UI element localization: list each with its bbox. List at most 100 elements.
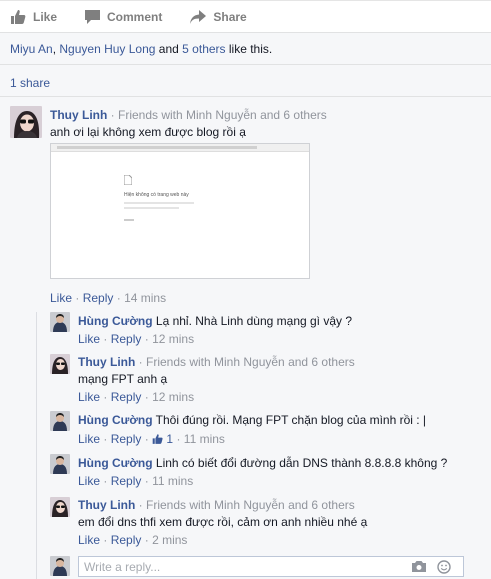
dot-separator: · (144, 390, 149, 404)
reply-reply-link[interactable]: Reply (111, 533, 142, 547)
action-bar: Like Comment Share (0, 0, 491, 32)
dot-separator: · (103, 332, 108, 346)
reply-like-link[interactable]: Like (78, 432, 100, 446)
reply-thread-line (36, 312, 37, 579)
comment-label: Comment (107, 9, 163, 24)
comment-author[interactable]: Thuy Linh (50, 108, 107, 122)
dot-separator: · (103, 390, 108, 404)
dot-separator: · (103, 432, 108, 446)
reply-reply-link[interactable]: Reply (111, 390, 142, 404)
reply-footer: Like · Reply · 12 mins (78, 332, 194, 346)
dot-separator: · (116, 291, 121, 305)
avatar[interactable] (50, 411, 70, 431)
attachment-text: Hiện không có trang web này (124, 192, 189, 198)
camera-icon[interactable] (411, 560, 427, 573)
dot-separator: · (144, 332, 149, 346)
reply-footer: Like · Reply · 1 · 11 mins (78, 432, 225, 446)
dot-separator: · (176, 432, 181, 446)
reply-footer: Like · Reply · 2 mins (78, 533, 187, 547)
comment-text: anh ơi lại không xem được blog rồi ạ (50, 125, 246, 139)
comment-reply-link[interactable]: Reply (83, 291, 114, 305)
share-label: Share (213, 9, 247, 24)
avatar[interactable] (50, 497, 70, 517)
like-count-value: 1 (166, 432, 174, 446)
reply-meta: · Friends with Minh Nguyễn and 6 others (138, 498, 355, 512)
reply-like-count[interactable]: 1 (152, 432, 176, 446)
reply-meta: · Friends with Minh Nguyễn and 6 others (138, 355, 355, 369)
reply-header: Thuy Linh · Friends with Minh Nguyễn and… (78, 498, 355, 512)
liker-link-1[interactable]: Miyu An (10, 42, 53, 56)
liker-link-2[interactable]: Nguyen Huy Long (59, 42, 155, 56)
comment-timestamp[interactable]: 14 mins (124, 291, 166, 305)
likes-comma: , (52, 42, 57, 56)
reply-line: Hùng Cường Thôi đúng rồi. Mạng FPT chặn … (78, 413, 426, 427)
reply-timestamp[interactable]: 12 mins (152, 390, 194, 404)
browser-bar (51, 144, 309, 152)
attached-screenshot[interactable]: Hiện không có trang web này (50, 143, 310, 279)
reply-text: em đổi dns thfi xem được rồi, cảm ơn anh… (78, 515, 368, 529)
placeholder-line (124, 207, 179, 209)
dot-separator: · (103, 533, 108, 547)
reply-input[interactable] (79, 557, 399, 576)
likes-suffix: like this. (228, 42, 273, 56)
thumbs-up-icon (11, 9, 26, 24)
avatar (50, 556, 70, 576)
dot-separator: · (103, 474, 108, 488)
reply-like-link[interactable]: Like (78, 332, 100, 346)
reply-timestamp[interactable]: 12 mins (152, 332, 194, 346)
reply-footer: Like · Reply · 11 mins (78, 474, 193, 488)
reply-text: Linh có biết đổi đường dẫn DNS thành 8.8… (155, 456, 448, 470)
comment-like-link[interactable]: Like (50, 291, 72, 305)
dot-separator: · (144, 474, 149, 488)
reply-header: Thuy Linh · Friends with Minh Nguyễn and… (78, 355, 355, 369)
reply-reply-link[interactable]: Reply (111, 432, 142, 446)
like-label: Like (33, 9, 58, 24)
document-icon (124, 175, 132, 185)
comment-meta: · Friends with Minh Nguyễn and 6 others (110, 108, 327, 122)
reply-like-link[interactable]: Like (78, 533, 100, 547)
placeholder-line (124, 202, 194, 204)
reply-like-link[interactable]: Like (78, 390, 100, 404)
reply-composer (78, 556, 464, 577)
divider (0, 64, 491, 65)
dot-separator: · (75, 291, 80, 305)
likes-others-link[interactable]: 5 others (182, 42, 225, 56)
avatar[interactable] (10, 106, 42, 138)
avatar[interactable] (50, 312, 70, 332)
reply-author[interactable]: Thuy Linh (78, 498, 135, 512)
reply-author[interactable]: Thuy Linh (78, 355, 135, 369)
reply-footer: Like · Reply · 12 mins (78, 390, 194, 404)
share-arrow-icon (190, 9, 207, 24)
comment-icon (85, 9, 101, 24)
reply-timestamp[interactable]: 2 mins (152, 533, 187, 547)
dot-separator: · (144, 432, 149, 446)
comment-header: Thuy Linh · Friends with Minh Nguyễn and… (50, 108, 327, 122)
share-button[interactable]: Share (190, 9, 247, 24)
reply-timestamp[interactable]: 11 mins (152, 474, 193, 488)
reply-author[interactable]: Hùng Cường (78, 314, 153, 328)
reply-text: Thôi đúng rồi. Mạng FPT chặn blog của mì… (155, 413, 427, 427)
reply-like-link[interactable]: Like (78, 474, 100, 488)
reply-reply-link[interactable]: Reply (111, 474, 142, 488)
likes-summary: Miyu An, Nguyen Huy Long and 5 others li… (10, 42, 272, 56)
likes-and: and (158, 42, 179, 56)
emoji-icon[interactable] (437, 560, 451, 574)
reply-line: Hùng Cường Linh có biết đổi đường dẫn DN… (78, 456, 447, 470)
reply-timestamp[interactable]: 11 mins (184, 432, 225, 446)
reply-line: Hùng Cường Lạ nhỉ. Nhà Linh dùng mạng gì… (78, 314, 352, 328)
divider (0, 96, 491, 97)
avatar[interactable] (50, 454, 70, 474)
like-button[interactable]: Like (10, 9, 58, 24)
reply-author[interactable]: Hùng Cường (78, 456, 153, 470)
dot-separator: · (144, 533, 149, 547)
comment-footer: Like · Reply · 14 mins (50, 291, 166, 305)
reply-text: Lạ nhỉ. Nhà Linh dùng mạng gì vậy ? (155, 314, 353, 328)
reply-author[interactable]: Hùng Cường (78, 413, 153, 427)
url-bar (57, 146, 257, 149)
placeholder-line (124, 219, 134, 221)
thumbs-up-icon (152, 434, 163, 444)
reply-reply-link[interactable]: Reply (111, 332, 142, 346)
share-count-link[interactable]: 1 share (10, 76, 50, 90)
avatar[interactable] (50, 354, 70, 374)
comment-button[interactable]: Comment (85, 9, 163, 24)
